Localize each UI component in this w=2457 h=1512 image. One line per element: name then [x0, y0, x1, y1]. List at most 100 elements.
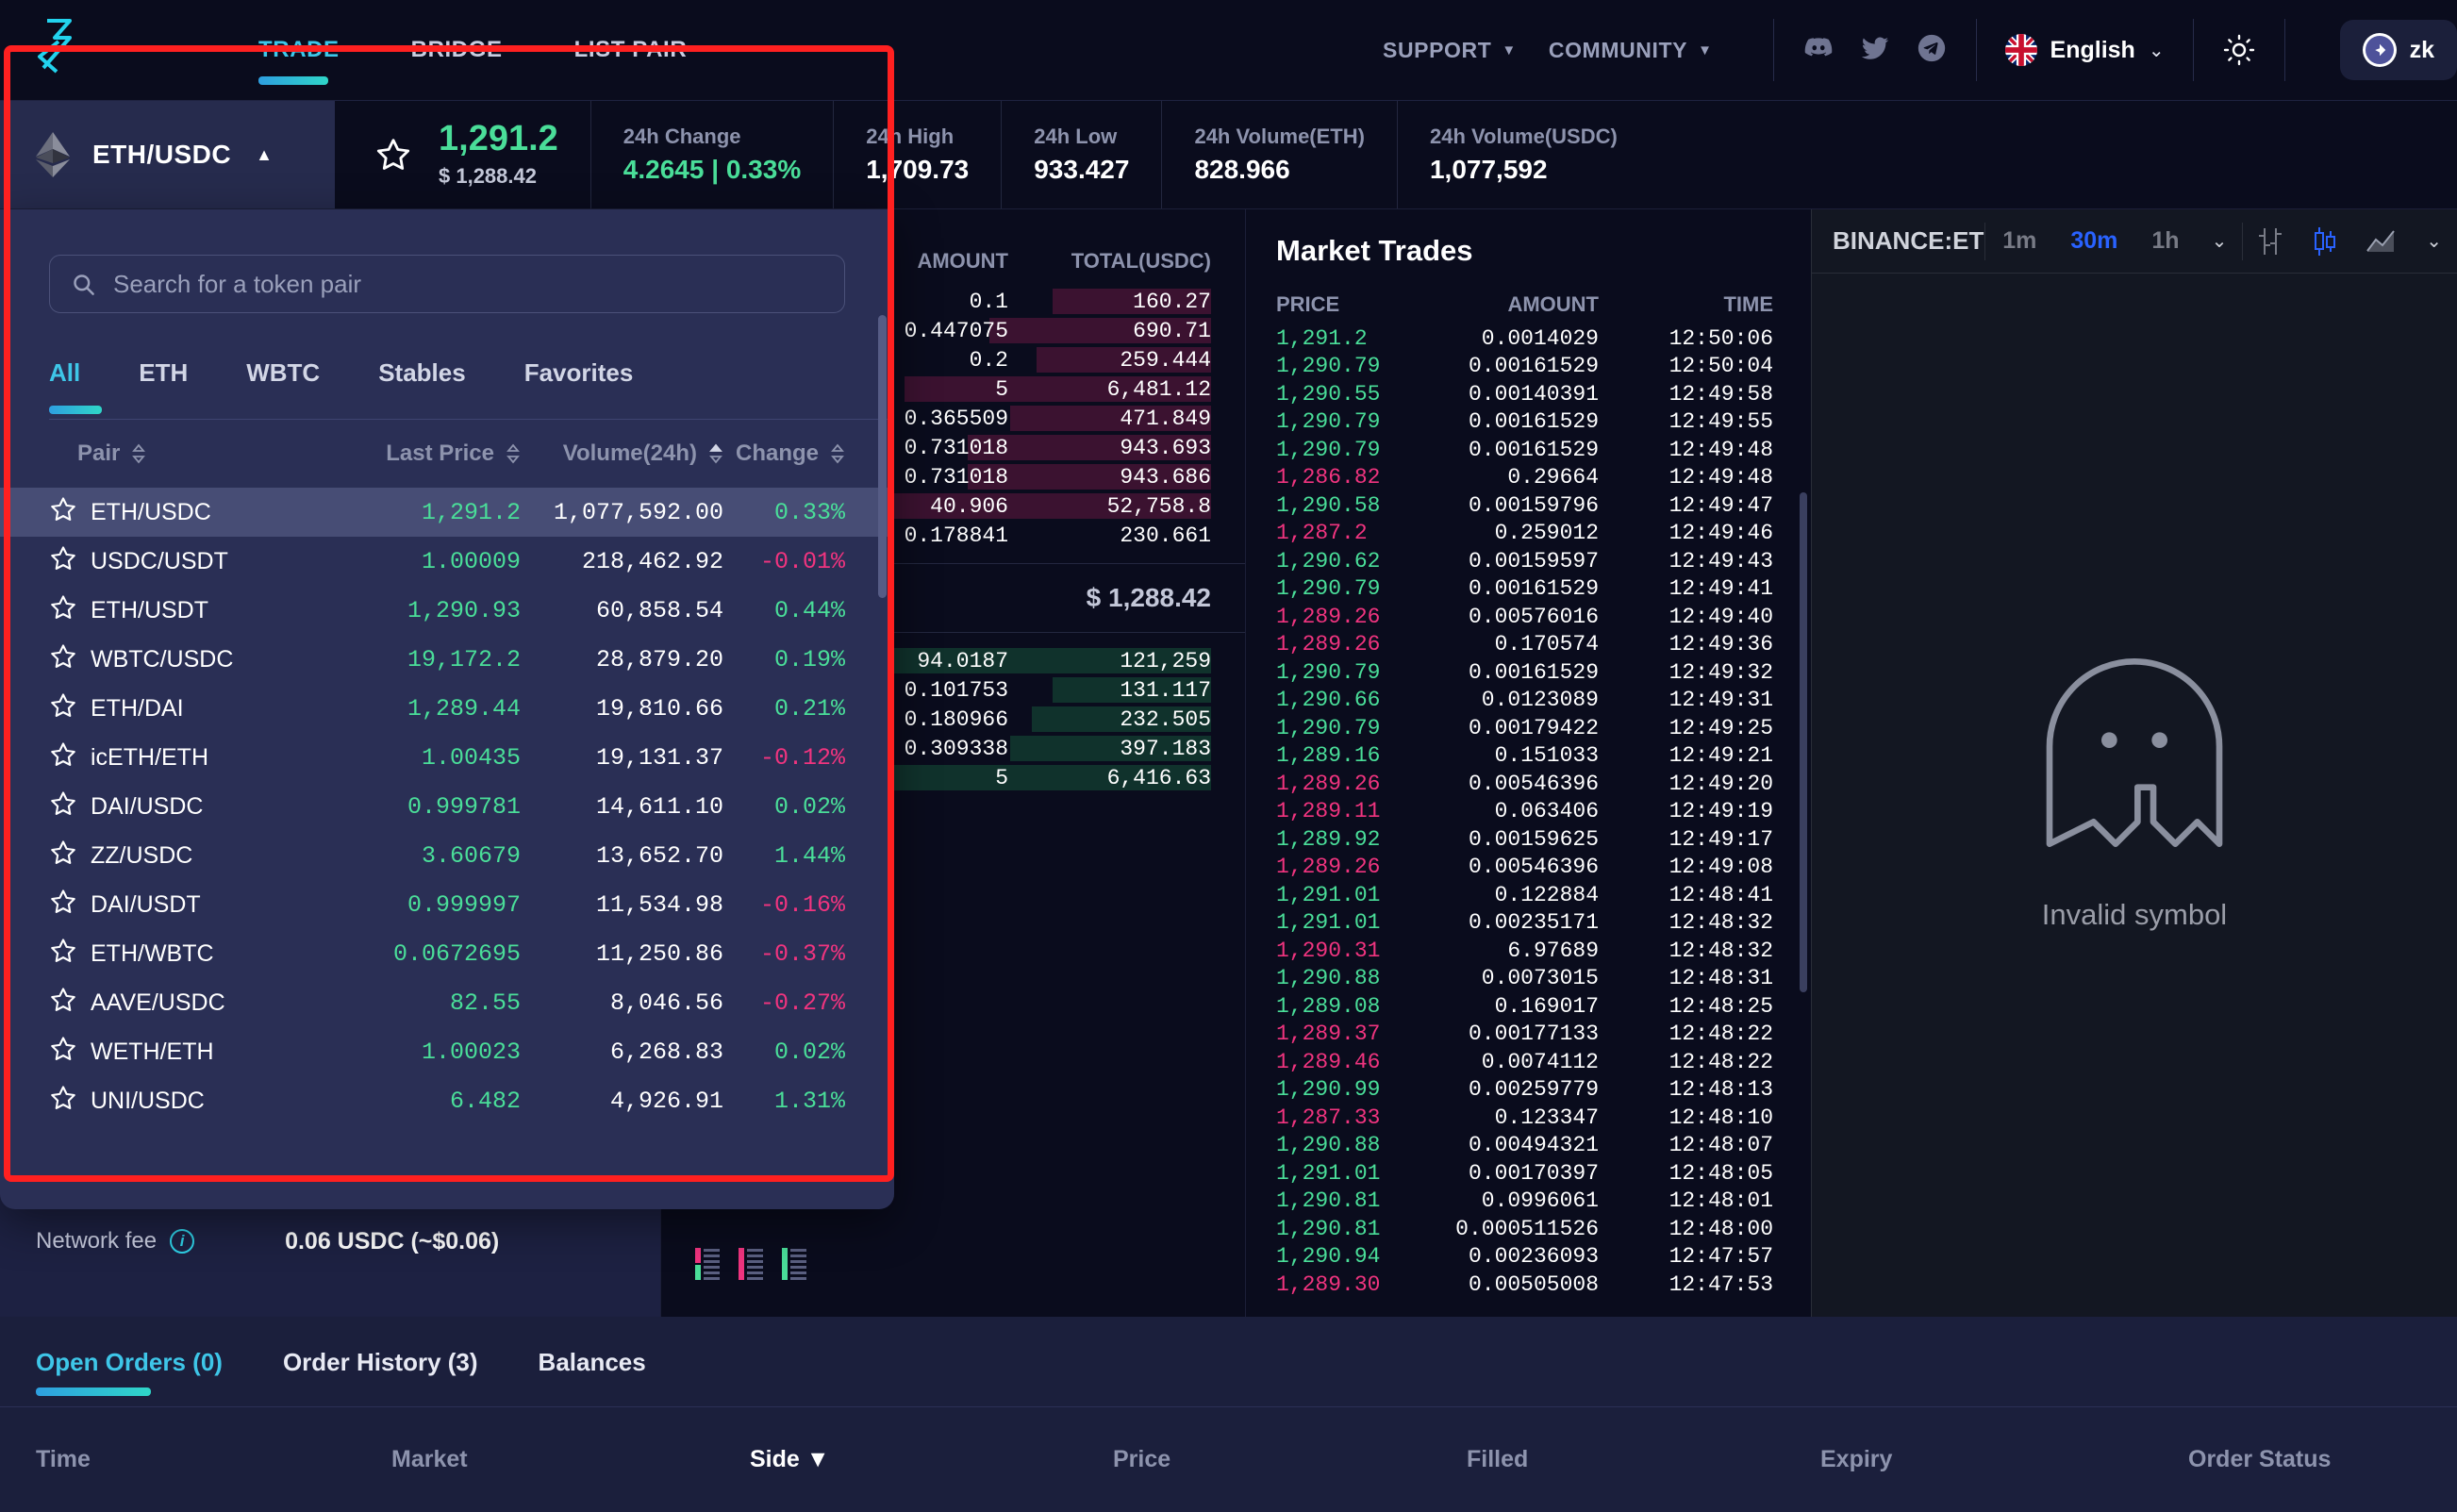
- filter-tab-wbtc[interactable]: WBTC: [246, 358, 378, 420]
- pair-volume: 11,534.98: [595, 890, 723, 919]
- market-trades-title: Market Trades: [1276, 234, 1473, 267]
- market-trades-scrollbar[interactable]: [1800, 492, 1807, 992]
- market-trades-list[interactable]: 1,291.2 0.0014029 12:50:06 1,290.79 0.001615…: [1246, 324, 1811, 1299]
- chart-symbol-label[interactable]: BINANCE:ETH: [1812, 226, 1984, 256]
- timeframe-1m[interactable]: 1m: [1985, 227, 2053, 255]
- trade-time: 12:49:19: [1668, 799, 1773, 824]
- search-input[interactable]: [113, 269, 823, 299]
- pair-name-cell: WBTC/USDC: [49, 642, 294, 677]
- info-icon[interactable]: i: [170, 1229, 195, 1254]
- favorite-star-icon[interactable]: [49, 986, 77, 1021]
- pair-list-scrollbar[interactable]: [878, 315, 887, 598]
- favorite-star-button[interactable]: [335, 101, 439, 208]
- trade-amount: 0.00505008: [1468, 1271, 1599, 1297]
- pair-change: -0.12%: [759, 743, 845, 772]
- pair-selector-button[interactable]: ETH/USDC ▲: [0, 101, 335, 208]
- pair-list-item[interactable]: AAVE/USDC 82.55 8,046.56 -0.27%: [0, 978, 894, 1027]
- timeframe-1h[interactable]: 1h: [2134, 227, 2196, 255]
- filter-tab-eth[interactable]: ETH: [139, 358, 246, 420]
- order-total: 943.686: [1120, 464, 1211, 490]
- pair-list-item[interactable]: WBTC/USDC 19,172.2 28,879.20 0.19%: [0, 635, 894, 684]
- sun-icon[interactable]: [2222, 33, 2256, 67]
- language-selector[interactable]: English ⌄: [2004, 34, 2165, 66]
- pair-list-item[interactable]: icETH/ETH 1.00435 19,131.37 -0.12%: [0, 733, 894, 782]
- trade-price: 1,290.81: [1276, 1216, 1381, 1241]
- filter-tab-favorites[interactable]: Favorites: [524, 358, 692, 420]
- favorite-star-icon[interactable]: [49, 888, 77, 922]
- depth-sell-icon[interactable]: [739, 1248, 763, 1285]
- favorite-star-icon[interactable]: [49, 1084, 77, 1119]
- twitter-icon[interactable]: [1859, 32, 1891, 69]
- nav-link-bridge-label: BRIDGE: [410, 37, 503, 62]
- pair-col-volume[interactable]: Volume(24h): [521, 440, 723, 467]
- pair-col-change[interactable]: Change: [723, 440, 845, 467]
- market-trade-row: 1,289.26 0.00576016 12:49:40: [1246, 603, 1811, 631]
- chevron-down-icon[interactable]: ⌄: [2197, 229, 2243, 253]
- telegram-icon[interactable]: [1916, 32, 1948, 69]
- trade-time: 12:48:01: [1668, 1188, 1773, 1214]
- favorite-star-icon[interactable]: [49, 544, 77, 579]
- stat-24h-low: 24h Low 933.427: [1001, 101, 1161, 208]
- tab-open-orders[interactable]: Open Orders (0): [36, 1317, 253, 1407]
- favorite-star-icon[interactable]: [49, 789, 77, 824]
- favorite-star-icon[interactable]: [49, 691, 77, 726]
- trade-amount: 6.97689: [1507, 938, 1599, 963]
- tab-balances[interactable]: Balances: [508, 1317, 676, 1407]
- tab-order-history[interactable]: Order History (3): [253, 1317, 508, 1407]
- favorite-star-icon[interactable]: [49, 593, 77, 628]
- discord-icon[interactable]: [1802, 32, 1834, 69]
- orders-col-side[interactable]: Side ▼: [750, 1446, 830, 1473]
- favorite-star-icon[interactable]: [49, 839, 77, 873]
- pair-list-item[interactable]: UNI/USDC 6.482 4,926.91 1.31%: [0, 1076, 894, 1125]
- pair-list-item[interactable]: USDC/USDT 1.00009 218,462.92 -0.01%: [0, 537, 894, 586]
- area-chart-icon[interactable]: [2352, 228, 2411, 255]
- wallet-button[interactable]: zk: [2339, 20, 2457, 80]
- depth-both-icon[interactable]: [695, 1248, 720, 1285]
- nav-link-list-pair[interactable]: LIST PAIR: [539, 0, 723, 101]
- bar-chart-icon[interactable]: [2243, 226, 2298, 257]
- pair-list-item[interactable]: ETH/DAI 1,289.44 19,810.66 0.21%: [0, 684, 894, 733]
- pair-list-item[interactable]: ZZ/USDC 3.60679 13,652.70 1.44%: [0, 831, 894, 880]
- pair-list-item[interactable]: ETH/USDT 1,290.93 60,858.54 0.44%: [0, 586, 894, 635]
- pair-search-bar[interactable]: [49, 255, 845, 313]
- support-menu[interactable]: SUPPORT ▼: [1383, 38, 1517, 63]
- pair-list-item[interactable]: DAI/USDC 0.999781 14,611.10 0.02%: [0, 782, 894, 831]
- pair-last-price: 1,289.44: [407, 694, 521, 723]
- trade-price: 1,287.2: [1276, 521, 1368, 546]
- sort-icon: [830, 443, 845, 464]
- nav-link-bridge[interactable]: BRIDGE: [375, 0, 539, 101]
- filter-tab-all[interactable]: All: [49, 358, 139, 420]
- candlestick-chart-icon[interactable]: [2298, 226, 2352, 257]
- trade-price: 1,291.01: [1276, 910, 1381, 936]
- pair-list-item[interactable]: ETH/USDC 1,291.2 1,077,592.00 0.33%: [0, 488, 894, 537]
- favorite-star-icon[interactable]: [49, 1035, 77, 1070]
- community-menu[interactable]: COMMUNITY ▼: [1549, 38, 1713, 63]
- favorite-star-icon[interactable]: [49, 937, 77, 972]
- trade-price: 1,290.31: [1276, 938, 1381, 963]
- timeframe-30m[interactable]: 30m: [2053, 227, 2134, 255]
- favorite-star-icon[interactable]: [49, 495, 77, 530]
- zigzag-logo-icon[interactable]: [26, 13, 100, 87]
- favorite-star-icon[interactable]: [49, 740, 77, 775]
- pair-list-item[interactable]: DAI/USDT 0.999997 11,534.98 -0.16%: [0, 880, 894, 929]
- trade-price: 1,289.16: [1276, 743, 1381, 769]
- pair-list-item[interactable]: WETH/ETH 1.00023 6,268.83 0.02%: [0, 1027, 894, 1076]
- pair-list-item[interactable]: ETH/WBTC 0.0672695 11,250.86 -0.37%: [0, 929, 894, 978]
- order-total: 131.117: [1120, 677, 1211, 703]
- market-trade-row: 1,290.79 0.00179422 12:49:25: [1246, 714, 1811, 742]
- filter-tab-stables[interactable]: Stables: [378, 358, 524, 420]
- pair-list[interactable]: ETH/USDC 1,291.2 1,077,592.00 0.33% USDC/USD…: [0, 488, 894, 1125]
- trade-time: 12:48:22: [1668, 1022, 1773, 1047]
- trade-time: 12:48:13: [1668, 1077, 1773, 1103]
- pair-change: 0.33%: [773, 498, 845, 526]
- nav-link-trade[interactable]: TRADE: [223, 0, 375, 101]
- language-label: English: [2050, 36, 2135, 63]
- depth-buy-icon[interactable]: [782, 1248, 806, 1285]
- chevron-down-icon[interactable]: ⌄: [2411, 229, 2457, 253]
- pair-label: DAI/USDT: [91, 890, 201, 918]
- pair-col-pair[interactable]: Pair: [49, 440, 294, 467]
- trade-amount: 0.00161529: [1468, 576, 1599, 602]
- favorite-star-icon[interactable]: [49, 642, 77, 677]
- pair-col-last-price[interactable]: Last Price: [294, 440, 521, 467]
- trade-amount: 0.0123089: [1481, 688, 1599, 713]
